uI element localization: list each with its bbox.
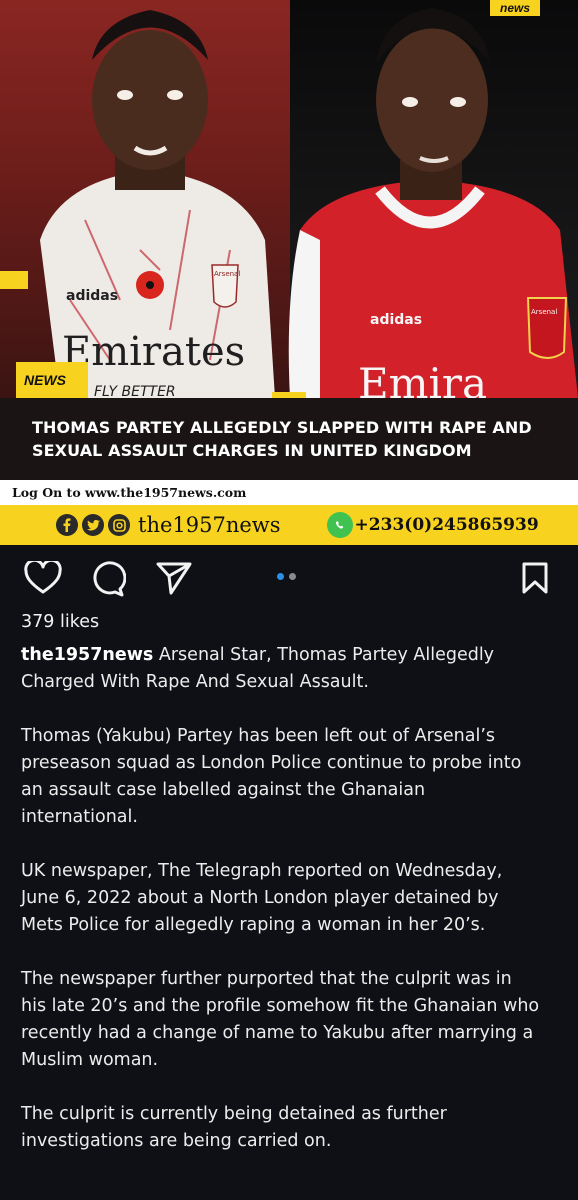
social-bar: the1957news +233(0)245865939: [0, 505, 578, 545]
headline-text: THOMAS PARTEY ALLEGEDLY SLAPPED WITH RAP…: [32, 418, 532, 460]
caption-paragraph: The culprit is currently being detained …: [21, 1104, 447, 1151]
right-sponsor-text: Emira: [358, 359, 487, 398]
caption-paragraph: Thomas (Yakubu) Partey has been left out…: [21, 726, 522, 827]
twitter-icon: [82, 514, 104, 536]
likes-count[interactable]: 379 likes: [21, 612, 99, 632]
headline-box: THOMAS PARTEY ALLEGEDLY SLAPPED WITH RAP…: [0, 398, 578, 480]
brand-badge: news: [490, 0, 540, 16]
news-tag: NEWS: [16, 362, 88, 398]
left-crest-text: Arsenal: [214, 270, 240, 278]
whatsapp-icon: [326, 512, 353, 538]
contact-phone: +233(0)245865939: [354, 515, 539, 535]
player-illustrations: adidas Emirates FLY BETTER Arsenal adida…: [40, 8, 578, 398]
facebook-icon: [56, 514, 78, 536]
logon-banner: Log On to www.the1957news.com: [0, 480, 578, 505]
bookmark-icon[interactable]: [521, 561, 549, 599]
carousel-dot: [289, 573, 296, 580]
social-handle: the1957news: [138, 513, 281, 537]
right-crest-text: Arsenal: [531, 308, 557, 316]
post-actions-bar: [0, 555, 578, 601]
right-kit-brand: adidas: [370, 312, 422, 328]
heart-icon[interactable]: [24, 558, 62, 599]
caption-paragraph: UK newspaper, The Telegraph reported on …: [21, 861, 503, 935]
share-icon[interactable]: [156, 561, 192, 599]
caption-paragraph: The newspaper further purported that the…: [21, 969, 540, 1070]
left-sponsor-small: FLY BETTER: [94, 384, 176, 398]
instagram-icon: [108, 514, 130, 536]
left-sponsor-text: Emirates: [62, 329, 245, 375]
post-caption: the1957news Arsenal Star, Thomas Partey …: [21, 642, 541, 1155]
left-kit-brand: adidas: [66, 288, 118, 304]
post-image[interactable]: adidas Emirates FLY BETTER Arsenal adida…: [0, 0, 578, 545]
carousel-dot-active: [277, 573, 284, 580]
accent-stripe: [0, 271, 28, 289]
carousel-indicator: [277, 573, 296, 580]
comment-icon[interactable]: [90, 561, 127, 601]
caption-username[interactable]: the1957news: [21, 645, 153, 665]
